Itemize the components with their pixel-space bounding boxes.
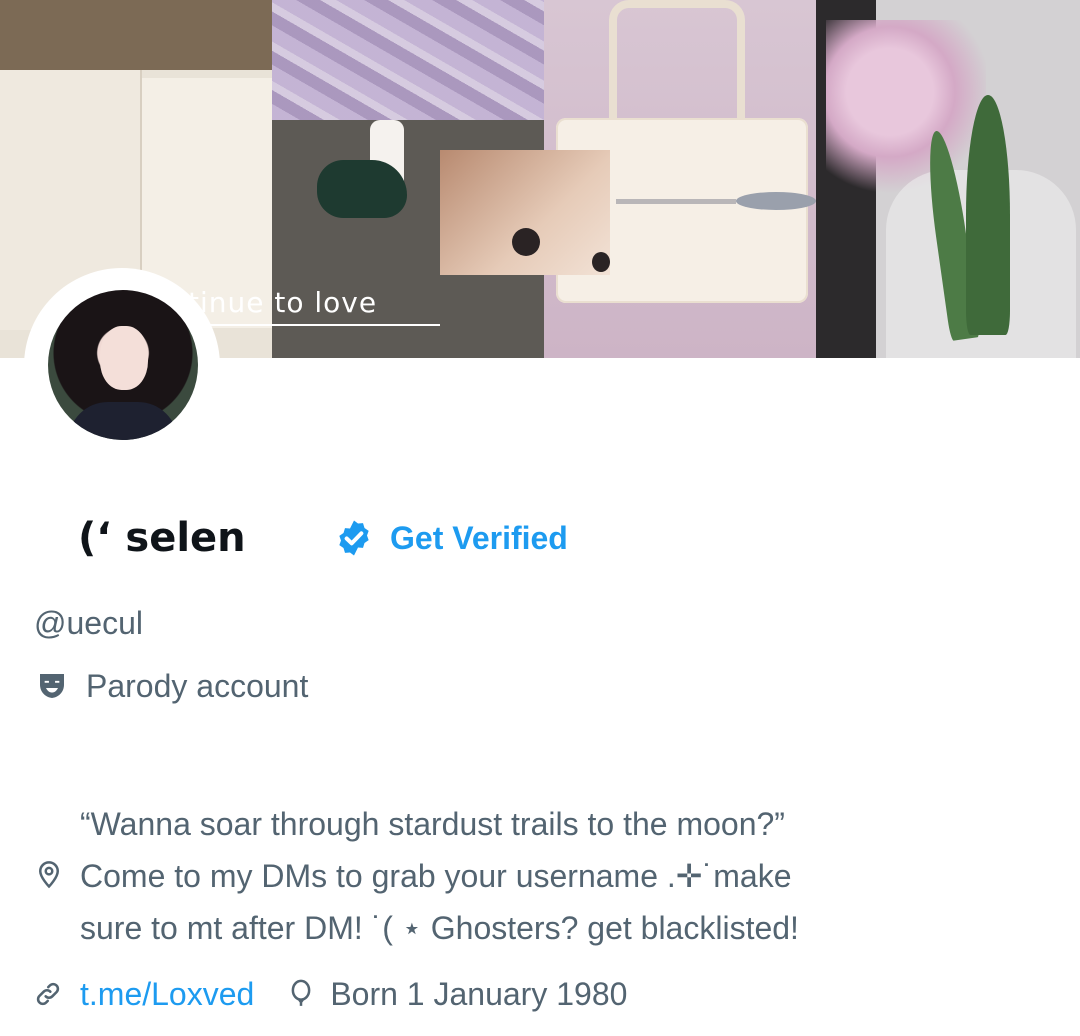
banner-caption: tinue to love: [188, 286, 378, 319]
get-verified-label: Get Verified: [390, 519, 568, 556]
balloon-icon: [291, 979, 311, 1006]
bio-line: Come to my DMs to grab your username .✛˙…: [80, 858, 792, 894]
banner-caption-underline: [180, 324, 440, 326]
location-pin-icon: [38, 861, 60, 889]
banner-photo-flowers: [816, 0, 1080, 358]
profile-bio: “Wanna soar through stardust trails to t…: [80, 798, 900, 954]
display-name: (ʻ selen: [78, 515, 246, 561]
parody-label-row: Parody account: [36, 666, 308, 706]
avatar[interactable]: [48, 290, 198, 440]
banner-photo-doll: [440, 150, 610, 275]
get-verified-button[interactable]: Get Verified: [334, 518, 568, 558]
username-handle: @uecul: [34, 605, 143, 641]
profile-meta-row: t.me/Loxved Born 1 January 1980: [34, 972, 627, 1016]
link-icon: [36, 982, 60, 1006]
profile-website-link[interactable]: t.me/Loxved: [80, 976, 254, 1013]
bio-line: sure to mt after DM! ˙( ⋆ Ghosters? get …: [80, 910, 799, 946]
birth-date: Born 1 January 1980: [330, 975, 628, 1012]
name-row: (ʻ selen Get Verified: [0, 510, 1080, 570]
bio-line: “Wanna soar through stardust trails to t…: [80, 806, 785, 842]
parody-account-label: Parody account: [86, 667, 309, 704]
theater-mask-icon: [40, 674, 64, 698]
verified-badge-icon: [339, 520, 369, 556]
